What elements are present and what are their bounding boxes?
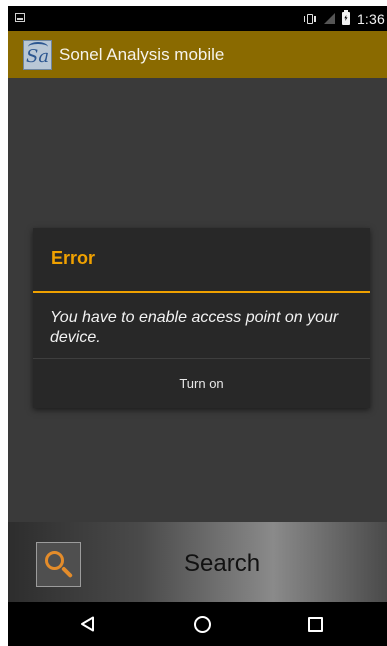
error-dialog: Error You have to enable access point on… [33,228,370,408]
app-logo-text: Sa [26,46,50,67]
home-icon[interactable] [194,616,211,633]
no-signal-icon [323,13,335,24]
dialog-message: You have to enable access point on your … [50,309,339,346]
status-bar: 1:36 [8,6,387,31]
device-screen: 1:36 Sa Sonel Analysis mobile Error You … [8,6,387,646]
status-clock: 1:36 [356,10,385,27]
app-logo-icon: Sa [23,40,52,70]
back-icon[interactable] [80,616,96,632]
search-label[interactable]: Search [184,550,260,578]
vibrate-icon [303,13,317,25]
navigation-bar [8,602,387,646]
notification-icon [15,13,25,22]
status-icons: 1:36 [303,6,385,31]
recents-icon[interactable] [308,617,323,632]
turn-on-button[interactable]: Turn on [33,359,370,408]
app-title: Sonel Analysis mobile [59,45,225,64]
dialog-title-divider [33,291,370,293]
search-bar[interactable]: Search [8,522,387,602]
battery-charging-icon [341,10,350,25]
dialog-title: Error [51,248,96,268]
app-bar: Sa Sonel Analysis mobile [8,31,387,78]
search-icon[interactable] [36,542,81,587]
